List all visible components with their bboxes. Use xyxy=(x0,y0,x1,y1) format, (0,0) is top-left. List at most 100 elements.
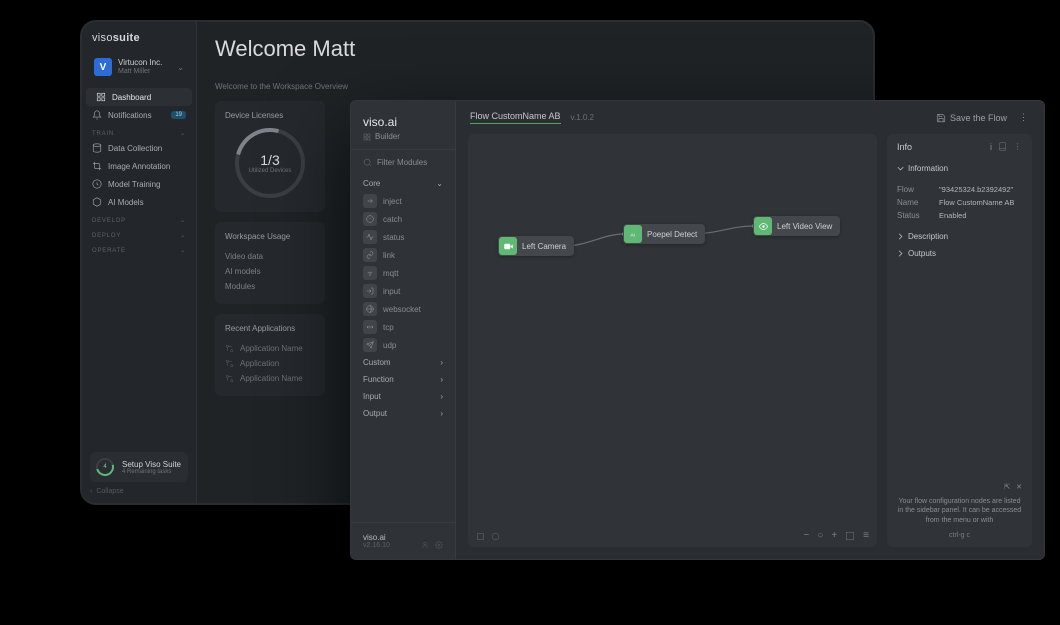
square-icon[interactable] xyxy=(476,532,485,541)
box-icon xyxy=(92,197,102,207)
builder-subtitle: Builder xyxy=(363,132,443,141)
brand: visosuite xyxy=(82,22,196,50)
book-icon[interactable] xyxy=(998,142,1007,151)
app-label: Application xyxy=(240,359,279,368)
nav-label: Data Collection xyxy=(108,144,162,153)
user-icon[interactable] xyxy=(421,541,429,549)
zoom-reset-icon[interactable]: ○ xyxy=(817,530,823,541)
licenses-card: Device Licenses 1/3 Utilized Devices xyxy=(215,101,325,212)
node-people-detect[interactable]: AI Poepel Detect xyxy=(623,224,705,244)
send-icon xyxy=(363,338,377,352)
save-button[interactable]: Save the Flow xyxy=(936,113,1007,123)
login-icon xyxy=(363,284,377,298)
zoom-out-icon[interactable]: − xyxy=(803,530,809,541)
app-row[interactable]: Application xyxy=(225,356,315,371)
module-catch[interactable]: catch xyxy=(351,210,455,228)
flow-name[interactable]: Flow CustomName AB xyxy=(470,111,561,124)
info-key: Status xyxy=(897,211,931,220)
chevron-right-icon xyxy=(897,233,904,240)
module-tcp[interactable]: tcp xyxy=(351,318,455,336)
chevron-right-icon xyxy=(897,250,904,257)
group-custom[interactable]: Custom› xyxy=(351,354,455,371)
section-information[interactable]: Information xyxy=(887,160,1032,177)
org-switcher[interactable]: V Virtucon Inc. Matt Miller ⌄ xyxy=(90,54,188,80)
activity-icon xyxy=(363,230,377,244)
nav-notifications[interactable]: Notifications 19 xyxy=(82,106,196,124)
filter-input[interactable]: Filter Modules xyxy=(351,149,455,175)
module-input[interactable]: input xyxy=(351,282,455,300)
org-logo: V xyxy=(94,58,112,76)
menu-icon[interactable]: ≡ xyxy=(863,530,869,541)
module-websocket[interactable]: websocket xyxy=(351,300,455,318)
bell-icon xyxy=(92,110,102,120)
card-title: Workspace Usage xyxy=(225,232,315,241)
nav-ai-models[interactable]: AI Models xyxy=(82,193,196,211)
group-function[interactable]: Function› xyxy=(351,371,455,388)
chevron-down-icon: ⌄ xyxy=(180,130,186,137)
section-operate[interactable]: OPERATE⌄ xyxy=(82,241,196,256)
usage-row: Modules xyxy=(225,279,315,294)
module-inject[interactable]: inject xyxy=(351,192,455,210)
card-title: Device Licenses xyxy=(225,111,315,120)
nav-data-collection[interactable]: Data Collection xyxy=(82,139,196,157)
app-label: Application Name xyxy=(240,374,303,383)
map-icon[interactable] xyxy=(845,531,855,541)
info-panel: Info i Information Flow"93425324.b239249… xyxy=(887,134,1032,547)
save-label: Save the Flow xyxy=(950,113,1007,123)
flow-canvas[interactable]: Left Camera AI Poepel Detect Left Video … xyxy=(468,134,877,547)
chevron-down-icon: ⌄ xyxy=(180,247,186,254)
group-input[interactable]: Input› xyxy=(351,388,455,405)
chevron-right-icon: › xyxy=(440,358,443,367)
nav-image-annotation[interactable]: Image Annotation xyxy=(82,157,196,175)
collapse-button[interactable]: ‹ Collapse xyxy=(90,482,188,495)
org-name: Virtucon Inc. xyxy=(118,59,162,68)
settings-icon[interactable] xyxy=(435,541,443,549)
module-status[interactable]: status xyxy=(351,228,455,246)
module-link[interactable]: link xyxy=(351,246,455,264)
section-outputs[interactable]: Outputs xyxy=(887,245,1032,262)
database-icon xyxy=(92,143,102,153)
menu-dots-icon[interactable]: ⋮ xyxy=(1017,112,1030,123)
chevron-down-icon: ⌄ xyxy=(436,179,443,188)
module-udp[interactable]: udp xyxy=(351,336,455,354)
nav-model-training[interactable]: Model Training xyxy=(82,175,196,193)
group-output[interactable]: Output› xyxy=(351,405,455,422)
gauge-icon xyxy=(92,179,102,189)
collapse-label: Collapse xyxy=(96,488,123,495)
setup-title: Setup Viso Suite xyxy=(122,460,181,469)
section-deploy[interactable]: DEPLOY⌄ xyxy=(82,226,196,241)
close-icon[interactable]: ✕ xyxy=(1016,483,1022,491)
zoom-in-icon[interactable]: + xyxy=(831,530,837,541)
module-mqtt[interactable]: mqtt xyxy=(351,264,455,282)
search-icon xyxy=(363,158,372,167)
nav-label: Image Annotation xyxy=(108,162,170,171)
globe-icon xyxy=(363,302,377,316)
canvas-zoom: − ○ + ≡ xyxy=(803,530,869,541)
filter-placeholder: Filter Modules xyxy=(377,158,427,167)
grid-icon xyxy=(363,133,371,141)
license-ratio: 1/3 xyxy=(260,152,279,168)
nav-dashboard[interactable]: Dashboard xyxy=(86,88,192,106)
progress-ring-icon: 4 xyxy=(96,458,114,476)
app-row[interactable]: Application Name xyxy=(225,341,315,356)
info-icon[interactable]: i xyxy=(990,142,992,152)
info-title: Info xyxy=(897,142,912,152)
app-label: Application Name xyxy=(240,344,303,353)
info-kbd: ctrl-g c xyxy=(897,532,1022,539)
more-vertical-icon[interactable] xyxy=(1013,142,1022,151)
section-develop[interactable]: DEVELOP⌄ xyxy=(82,211,196,226)
section-description[interactable]: Description xyxy=(887,228,1032,245)
circle-icon[interactable] xyxy=(491,532,500,541)
chevron-right-icon: › xyxy=(440,409,443,418)
license-label: Utilized Devices xyxy=(249,168,292,174)
dashboard-icon xyxy=(96,92,106,102)
app-row[interactable]: Application Name xyxy=(225,371,315,386)
node-left-camera[interactable]: Left Camera xyxy=(498,236,574,256)
info-value: Flow CustomName AB xyxy=(939,198,1014,207)
setup-card[interactable]: 4 Setup Viso Suite 4 Remaining tasks xyxy=(90,452,188,482)
section-train[interactable]: TRAIN⌄ xyxy=(82,124,196,139)
node-left-video-view[interactable]: Left Video View xyxy=(753,216,840,236)
group-core[interactable]: Core⌄ xyxy=(351,175,455,192)
camera-icon xyxy=(499,237,517,255)
pin-icon[interactable]: ⇱ xyxy=(1004,483,1010,491)
